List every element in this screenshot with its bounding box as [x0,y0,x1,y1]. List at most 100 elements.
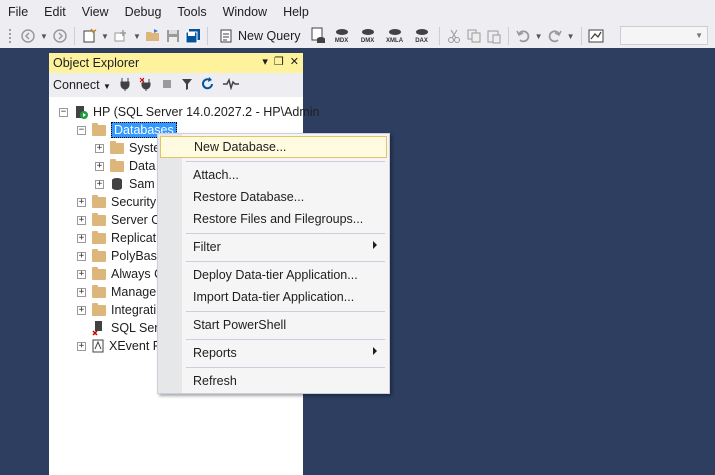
standard-toolbar: ▼ ▼ ▼ New Query MDX DMX XMLA DAX ▼ ▼ [0,24,715,48]
folder-icon [110,158,124,172]
connect-button[interactable]: Connect ▼ [53,78,111,92]
tree-node-always-on[interactable]: + Always O [77,265,164,283]
paste-icon[interactable] [486,25,502,47]
cut-icon[interactable] [446,25,462,47]
save-all-icon[interactable] [185,25,201,47]
submenu-arrow-icon [373,241,377,249]
forward-icon[interactable] [52,25,68,47]
object-explorer-title-bar: Object Explorer ▾ ❐ ✕ [49,53,303,73]
xmla-label: XMLA [386,37,404,44]
menu-help[interactable]: Help [275,0,317,24]
tree-node-replication[interactable]: + Replicat [77,229,156,247]
new-project-icon[interactable] [81,25,97,47]
maximize-icon[interactable]: ❐ [274,55,284,68]
mdx-query-icon[interactable]: MDX [331,25,353,47]
expand-icon[interactable]: + [77,341,86,351]
dax-query-icon[interactable]: DAX [411,25,433,47]
database-engine-query-icon[interactable] [309,25,327,47]
collapse-icon[interactable]: − [59,107,68,117]
menu-item-restore-files[interactable]: Restore Files and Filegroups... [160,208,387,230]
menu-item-restore-database[interactable]: Restore Database... [160,186,387,208]
folder-icon [92,194,106,208]
menu-item-reports[interactable]: Reports [160,342,387,364]
collapse-icon[interactable]: − [77,125,86,135]
new-query-button[interactable]: New Query [214,25,305,47]
activity-monitor-icon[interactable] [588,25,604,47]
tree-node-database-snapshots[interactable]: + Data [95,157,155,175]
expand-icon[interactable]: + [77,197,86,207]
close-icon[interactable]: ✕ [290,55,299,68]
solution-configuration-combo[interactable]: ▼ [620,26,708,45]
menu-item-filter[interactable]: Filter [160,236,387,258]
menu-item-import-data-tier[interactable]: Import Data-tier Application... [160,286,387,308]
dax-label: DAX [415,37,428,44]
add-item-dropdown-icon[interactable]: ▼ [133,25,141,47]
undo-dropdown-icon[interactable]: ▼ [535,25,543,47]
menu-file[interactable]: File [0,0,36,24]
xevent-profiler-icon [92,339,104,353]
menu-window[interactable]: Window [215,0,275,24]
sql-agent-icon [92,321,102,336]
expand-icon[interactable]: + [77,233,86,243]
tree-node-database-sam[interactable]: + Sam [95,175,155,193]
tree-node-polybase[interactable]: + PolyBase [77,247,164,265]
menu-divider [186,233,385,234]
menu-divider [186,367,385,368]
toolbar-grip[interactable] [8,28,12,44]
toolbar-separator [507,27,509,45]
redo-dropdown-icon[interactable]: ▼ [567,25,575,47]
mdx-label: MDX [334,37,349,44]
menu-item-refresh[interactable]: Refresh [160,370,387,392]
new-project-dropdown-icon[interactable]: ▼ [101,25,109,47]
tree-node-xevent-profiler[interactable]: + XEvent P [77,337,161,355]
expand-icon[interactable]: + [77,251,86,261]
copy-icon[interactable] [466,25,482,47]
expand-icon[interactable]: + [77,305,86,315]
tree-node-integration-services[interactable]: + Integrati [77,301,156,319]
menu-item-attach[interactable]: Attach... [160,164,387,186]
add-item-icon[interactable] [113,25,129,47]
disconnect-icon[interactable] [139,77,153,94]
new-query-label: New Query [238,29,301,43]
tree-node-management[interactable]: + Manage [77,283,156,301]
connect-icon[interactable] [119,77,131,94]
expand-icon[interactable]: + [77,215,86,225]
filter-icon[interactable] [181,77,193,94]
folder-icon [92,248,106,262]
window-position-dropdown-icon[interactable]: ▾ [262,55,268,68]
dmx-query-icon[interactable]: DMX [357,25,379,47]
redo-icon[interactable] [547,25,563,47]
tree-node-security[interactable]: + Security [77,193,156,211]
expand-icon[interactable]: + [95,179,104,189]
menu-debug[interactable]: Debug [117,0,170,24]
tree-node-system-databases[interactable]: + Syster [95,139,164,157]
object-explorer-toolbar: Connect ▼ [49,73,303,97]
expand-icon[interactable]: + [77,287,86,297]
menu-item-new-database[interactable]: New Database... [160,136,387,158]
back-icon[interactable] [20,25,36,47]
activity-monitor-small-icon[interactable] [222,77,239,93]
undo-icon[interactable] [515,25,531,47]
stop-icon[interactable] [161,78,173,93]
expand-icon[interactable]: + [77,269,86,279]
menu-tools[interactable]: Tools [169,0,214,24]
expand-icon[interactable]: + [95,161,104,171]
open-file-icon[interactable] [145,25,161,47]
refresh-icon[interactable] [201,76,215,94]
menu-divider [186,161,385,162]
server-icon [76,106,88,119]
tree-node-server[interactable]: − HP (SQL Server 14.0.2027.2 - HP\Admin [59,103,320,121]
save-icon[interactable] [165,25,181,47]
xmla-query-icon[interactable]: XMLA [383,25,407,47]
server-node-label: HP (SQL Server 14.0.2027.2 - HP\Admin [93,105,320,119]
menu-item-start-powershell[interactable]: Start PowerShell [160,314,387,336]
menu-edit[interactable]: Edit [36,0,74,24]
back-dropdown-icon[interactable]: ▼ [40,25,48,47]
tree-node-server-objects[interactable]: + Server O [77,211,161,229]
submenu-arrow-icon [373,347,377,355]
expand-icon[interactable]: + [95,143,104,153]
menu-item-deploy-data-tier[interactable]: Deploy Data-tier Application... [160,264,387,286]
folder-icon [92,284,106,298]
tree-node-sql-server-agent[interactable]: SQL Serv [92,319,165,337]
menu-view[interactable]: View [74,0,117,24]
